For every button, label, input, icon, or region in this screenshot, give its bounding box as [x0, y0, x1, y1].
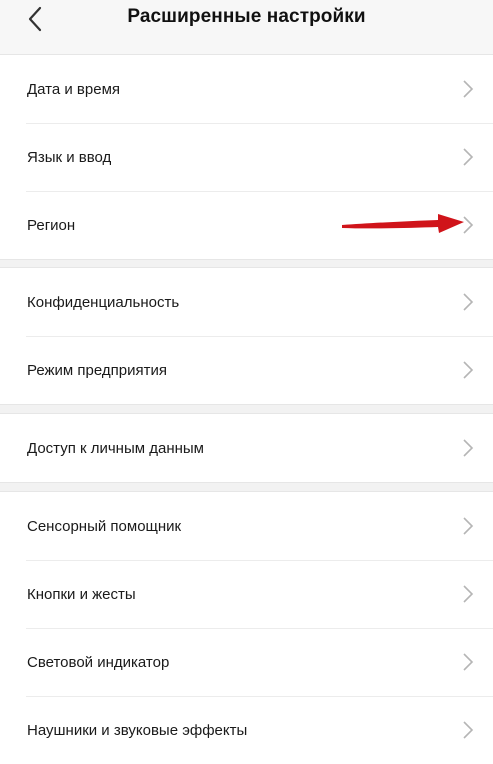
menu-item-personal-data-access[interactable]: Доступ к личным данным — [0, 414, 493, 482]
header-bar: Расширенные настройки — [0, 0, 493, 55]
menu-item-label: Сенсорный помощник — [27, 517, 182, 535]
chevron-right-icon — [463, 80, 474, 98]
settings-group-4: Сенсорный помощник Кнопки и жесты Светов… — [0, 491, 493, 764]
menu-item-label: Световой индикатор — [27, 653, 170, 671]
menu-item-touch-assistant[interactable]: Сенсорный помощник — [0, 492, 493, 560]
menu-item-light-indicator[interactable]: Световой индикатор — [0, 628, 493, 696]
menu-item-label: Наушники и звуковые эффекты — [27, 721, 248, 739]
menu-item-buttons-gestures[interactable]: Кнопки и жесты — [0, 560, 493, 628]
menu-item-label: Дата и время — [27, 80, 121, 98]
chevron-right-icon — [463, 148, 474, 166]
chevron-right-icon — [463, 293, 474, 311]
settings-group-2: Конфиденциальность Режим предприятия — [0, 267, 493, 405]
chevron-right-icon — [463, 517, 474, 535]
menu-item-enterprise-mode[interactable]: Режим предприятия — [0, 336, 493, 404]
chevron-right-icon — [463, 439, 474, 457]
menu-item-label: Конфиденциальность — [27, 293, 180, 311]
chevron-right-icon — [463, 653, 474, 671]
settings-group-3: Доступ к личным данным — [0, 413, 493, 483]
chevron-right-icon — [463, 585, 474, 603]
menu-item-language-input[interactable]: Язык и ввод — [0, 123, 493, 191]
page-title: Расширенные настройки — [127, 6, 366, 27]
menu-item-label: Режим предприятия — [27, 361, 167, 379]
chevron-right-icon — [463, 721, 474, 739]
red-arrow-icon — [342, 214, 464, 233]
menu-item-label: Доступ к личным данным — [27, 439, 204, 457]
menu-item-date-time[interactable]: Дата и время — [0, 55, 493, 123]
menu-item-label: Язык и ввод — [27, 148, 112, 166]
menu-item-headphones-sound-effects[interactable]: Наушники и звуковые эффекты — [0, 696, 493, 764]
menu-item-privacy[interactable]: Конфиденциальность — [0, 268, 493, 336]
menu-item-label: Регион — [27, 216, 76, 234]
chevron-right-icon — [463, 361, 474, 379]
menu-item-label: Кнопки и жесты — [27, 585, 136, 603]
